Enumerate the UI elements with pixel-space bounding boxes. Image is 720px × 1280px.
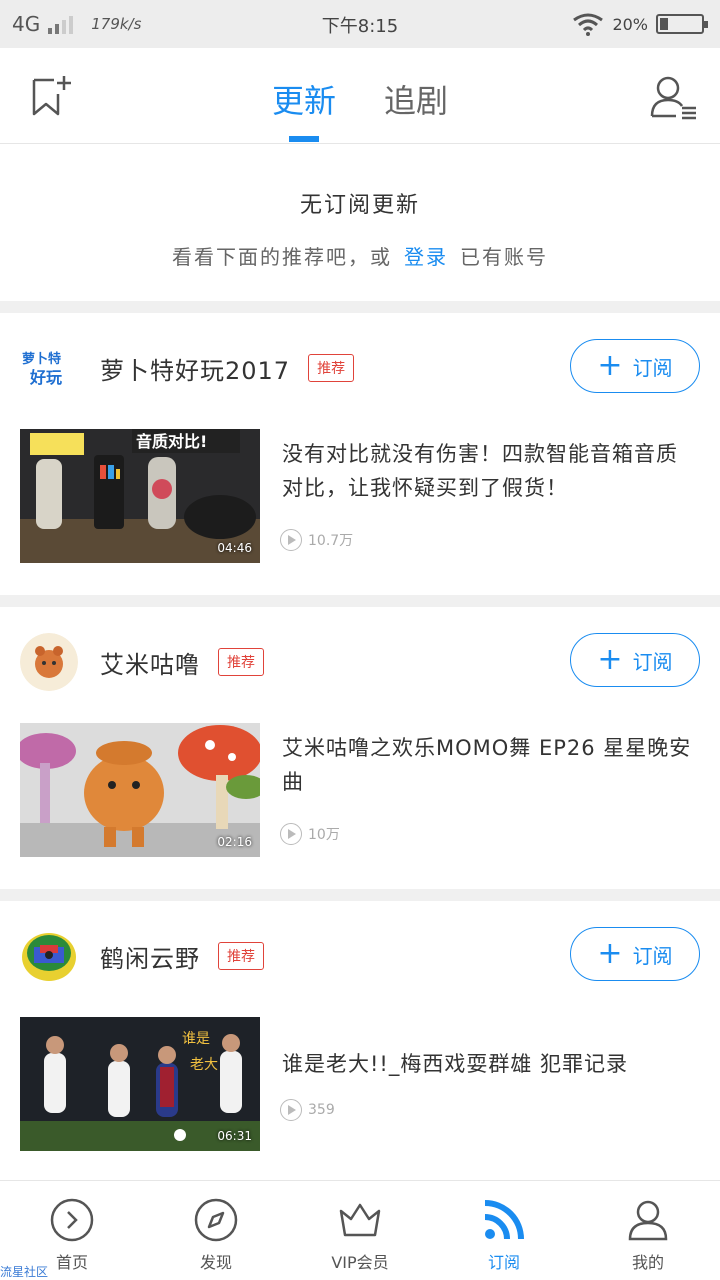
- status-bar: 4G 179k/s 下午8:15 20%: [0, 0, 720, 48]
- svg-text:老大: 老大: [190, 1057, 218, 1073]
- recommend-badge: 推荐: [218, 648, 264, 676]
- nav-vip[interactable]: VIP会员: [288, 1181, 432, 1280]
- play-circle-icon: [50, 1198, 94, 1242]
- video-thumbnail[interactable]: 音质对比! 04:46: [20, 429, 260, 563]
- notice-account-text: 已有账号: [460, 245, 548, 269]
- nav-label: VIP会员: [331, 1253, 389, 1272]
- divider: [0, 595, 720, 607]
- battery-icon: [656, 14, 708, 34]
- subscribe-button[interactable]: + 订阅: [570, 927, 700, 981]
- video-duration: 02:16: [217, 835, 252, 849]
- no-updates-notice: 无订阅更新 看看下面的推荐吧，或 登录 已有账号: [0, 145, 720, 301]
- divider: [0, 889, 720, 901]
- channel-name[interactable]: 艾米咕噜: [100, 645, 200, 680]
- nav-label: 订阅: [487, 1253, 520, 1272]
- battery-fill: [660, 18, 668, 30]
- subscribe-button[interactable]: + 订阅: [570, 339, 700, 393]
- rss-icon: [484, 1200, 524, 1240]
- recommend-badge: 推荐: [218, 942, 264, 970]
- channel-name[interactable]: 萝卜特好玩2017: [100, 351, 290, 386]
- svg-text:萝卜特: 萝卜特: [22, 351, 61, 367]
- channel-card: 艾米咕噜 推荐 + 订阅 02:16 艾米咕噜之欢乐MOMO舞 EP26 星星晚…: [0, 607, 720, 889]
- view-count: 359: [280, 1099, 335, 1121]
- top-tabs: 更新 追剧: [0, 76, 720, 142]
- plus-icon: +: [597, 348, 623, 383]
- bottom-nav: 首页 发现 VIP会员 订阅 我的 流星社区: [0, 1180, 720, 1280]
- tab-follow-shows[interactable]: 追剧: [384, 76, 448, 140]
- view-count-text: 10.7万: [308, 533, 354, 549]
- svg-text:好玩: 好玩: [29, 368, 62, 387]
- watermark: 流星社区: [0, 1265, 49, 1279]
- login-link[interactable]: 登录: [404, 245, 448, 269]
- subscribe-label: 订阅: [632, 943, 673, 968]
- top-header: 更新 追剧: [0, 48, 720, 144]
- nav-label: 我的: [631, 1253, 664, 1272]
- nav-subscriptions[interactable]: 订阅: [432, 1181, 576, 1280]
- channel-logo[interactable]: 萝卜特 好玩: [20, 339, 78, 397]
- video-title[interactable]: 谁是老大!!_梅西戏耍群雄 犯罪记录: [282, 1047, 696, 1081]
- video-thumbnail[interactable]: 02:16: [20, 723, 260, 857]
- video-duration: 04:46: [217, 541, 252, 555]
- svg-text:音质对比!: 音质对比!: [136, 432, 207, 451]
- subscribe-button[interactable]: + 订阅: [570, 633, 700, 687]
- user-list-icon[interactable]: [648, 72, 698, 122]
- nav-profile[interactable]: 我的: [576, 1181, 720, 1280]
- channel-card: 萝卜特 好玩 萝卜特好玩2017 推荐 + 订阅 音质对比! 04:46 没有对…: [0, 313, 720, 595]
- nav-label: 首页: [55, 1253, 88, 1272]
- subscribe-label: 订阅: [632, 355, 673, 380]
- plus-icon: +: [597, 936, 623, 971]
- video-title[interactable]: 艾米咕噜之欢乐MOMO舞 EP26 星星晚安曲: [282, 731, 696, 799]
- play-count-icon: [280, 1099, 302, 1121]
- svg-text:谁是: 谁是: [182, 1031, 210, 1047]
- play-count-icon: [280, 823, 302, 845]
- video-thumbnail[interactable]: 谁是 老大 06:31: [20, 1017, 260, 1151]
- play-count-icon: [280, 529, 302, 551]
- wifi-icon: [573, 13, 604, 36]
- tab-updates[interactable]: 更新: [272, 76, 336, 142]
- divider: [0, 301, 720, 313]
- view-count: 10.7万: [280, 529, 353, 551]
- notice-text: 看看下面的推荐吧，或: [172, 245, 392, 269]
- recommend-badge: 推荐: [308, 354, 355, 382]
- user-icon: [628, 1200, 668, 1241]
- channel-name[interactable]: 鹤闲云野: [100, 939, 200, 974]
- compass-icon: [194, 1198, 238, 1242]
- view-count: 10万: [280, 823, 340, 845]
- subscribe-label: 订阅: [632, 649, 673, 674]
- video-duration: 06:31: [217, 1129, 252, 1143]
- plus-icon: +: [597, 642, 623, 677]
- channel-logo[interactable]: [20, 633, 78, 691]
- notice-title: 无订阅更新: [299, 193, 420, 218]
- video-title[interactable]: 没有对比就没有伤害！四款智能音箱音质对比，让我怀疑买到了假货！: [282, 437, 696, 505]
- notice-subtitle: 看看下面的推荐吧，或 登录 已有账号: [0, 241, 720, 270]
- view-count-text: 10万: [308, 827, 340, 843]
- channel-logo[interactable]: [20, 927, 78, 985]
- view-count-text: 359: [308, 1102, 335, 1118]
- crown-icon: [339, 1203, 381, 1237]
- battery-percent: 20%: [612, 14, 648, 34]
- nav-label: 发现: [199, 1253, 232, 1272]
- nav-discover[interactable]: 发现: [144, 1181, 288, 1280]
- channel-card: 鹤闲云野 推荐 + 订阅 谁是 老大 06:31 谁是老大!!_梅西戏耍群雄 犯…: [0, 901, 720, 1180]
